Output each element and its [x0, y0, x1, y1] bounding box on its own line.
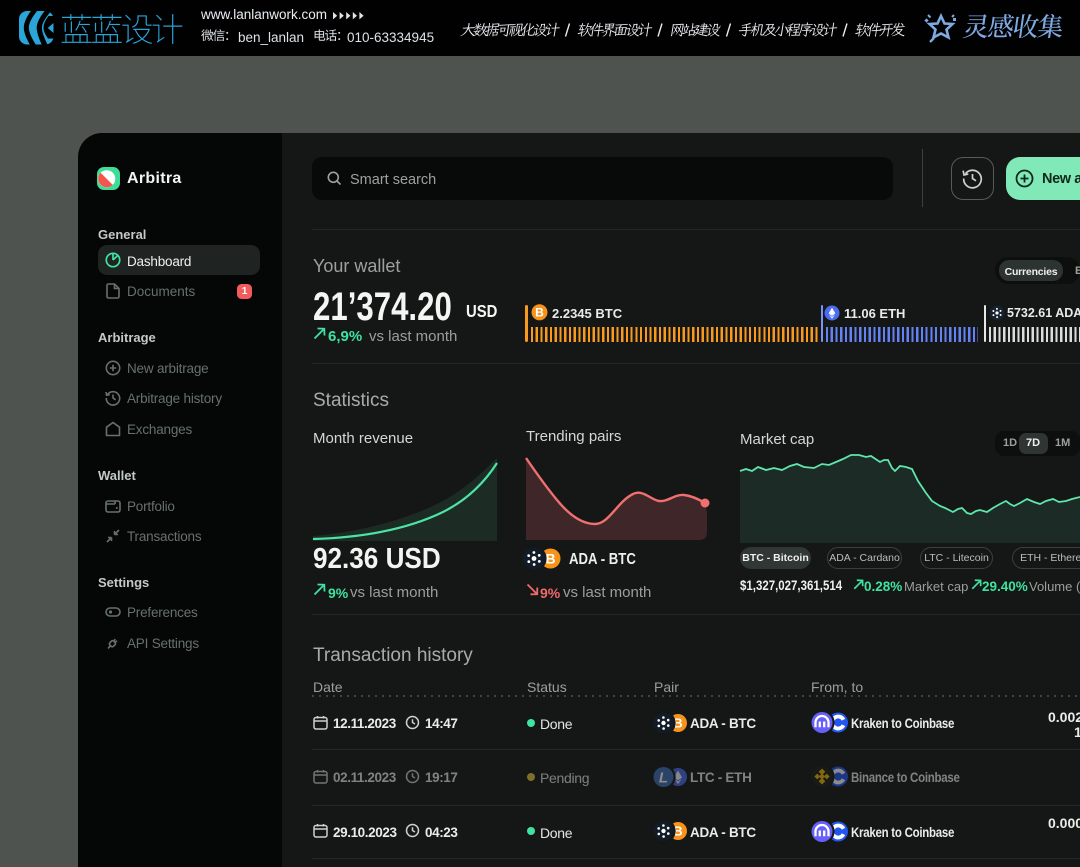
svg-text:B: B — [545, 551, 555, 567]
svg-text:B: B — [673, 715, 682, 730]
svg-text:B: B — [535, 305, 544, 319]
svg-text:B: B — [673, 824, 682, 839]
svg-text:L: L — [659, 769, 668, 786]
